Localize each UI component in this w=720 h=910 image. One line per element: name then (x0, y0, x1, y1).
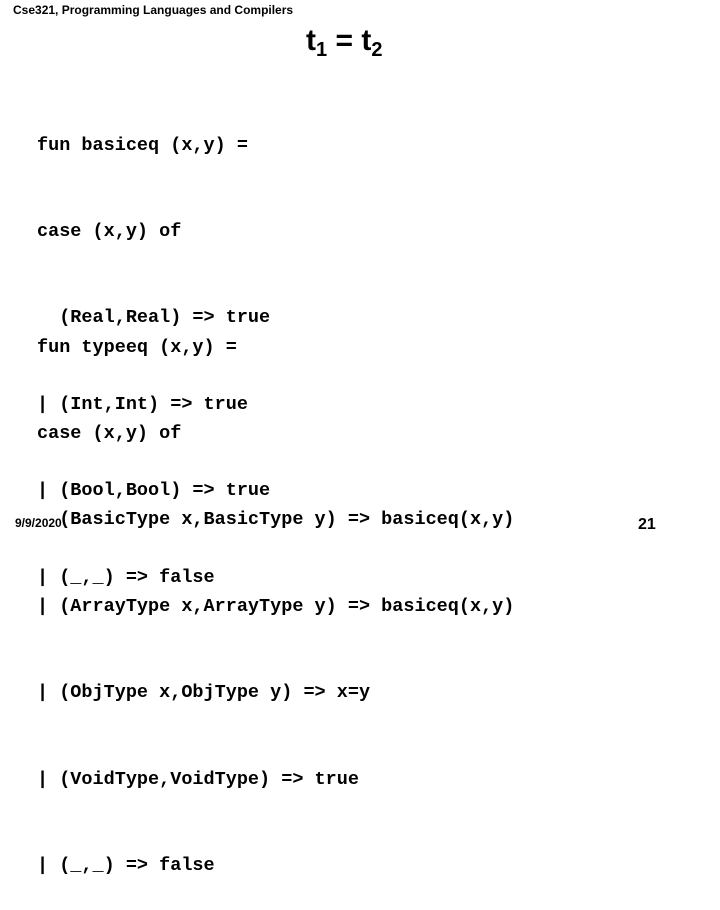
code-line: fun basiceq (x,y) = (37, 134, 248, 156)
code-line: case (x,y) of (37, 422, 182, 444)
course-header: Cse321, Programming Languages and Compil… (13, 3, 294, 17)
title-operator: = (327, 24, 362, 57)
code-line: | (ObjType x,ObjType y) => x=y (37, 682, 371, 704)
slide-title: t1 = t2 (306, 24, 382, 62)
title-lhs: t (306, 24, 316, 57)
code-line: | (_,_) => false (37, 854, 215, 876)
title-rhs: t (361, 24, 372, 57)
footer-date: 9/9/2020 (15, 516, 62, 530)
code-line: | (VoidType,VoidType) => true (37, 768, 359, 790)
page-number: 21 (638, 516, 656, 533)
code-line: fun typeeq (x,y) = (37, 336, 237, 358)
code-line: case (x,y) of (37, 220, 182, 242)
title-lhs-subscript: 1 (316, 39, 328, 61)
code-line: (BasicType x,BasicType y) => basiceq(x,y… (37, 509, 515, 531)
code-block-typeeq: fun typeeq (x,y) = case (x,y) of (BasicT… (37, 276, 514, 910)
title-rhs-subscript: 2 (371, 39, 383, 61)
code-line: | (ArrayType x,ArrayType y) => basiceq(x… (37, 595, 515, 617)
